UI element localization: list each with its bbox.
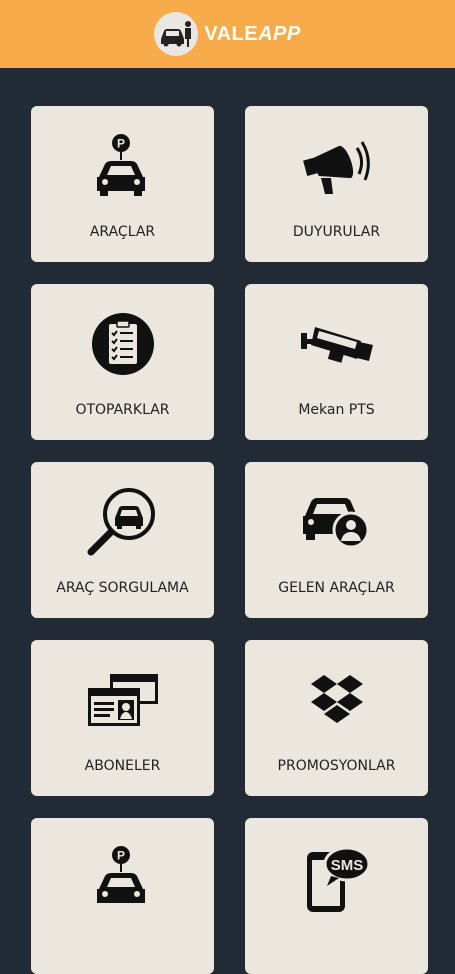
valet-car-icon bbox=[154, 12, 199, 56]
svg-text:SMS: SMS bbox=[330, 857, 363, 874]
tile-gelen-araclar[interactable]: GELEN ARAÇLAR bbox=[245, 462, 428, 618]
tile-label: ARAÇ SORGULAMA bbox=[56, 580, 189, 596]
megaphone-icon bbox=[245, 126, 428, 206]
tile-label: PROMOSYONLAR bbox=[277, 758, 396, 774]
tile-label: ABONELER bbox=[84, 758, 161, 774]
tile-label: DUYURULAR bbox=[292, 224, 381, 240]
app-name: VALEAPP bbox=[204, 22, 301, 45]
car-user-icon bbox=[245, 482, 428, 562]
id-cards-icon bbox=[31, 660, 214, 740]
security-camera-icon bbox=[245, 304, 428, 384]
tile-duyurular[interactable]: DUYURULAR bbox=[245, 106, 428, 262]
app-logo: VALEAPP bbox=[154, 12, 300, 56]
parked-car-icon: P bbox=[31, 838, 214, 918]
tile-aboneler[interactable]: ABONELER bbox=[31, 640, 214, 796]
tile-arac-sorgulama[interactable]: ARAÇ SORGULAMA bbox=[31, 462, 214, 618]
app-header: VALEAPP bbox=[0, 0, 455, 68]
tile-label: GELEN ARAÇLAR bbox=[278, 580, 395, 596]
tile-label: ARAÇLAR bbox=[89, 224, 156, 240]
tile-label: Mekan PTS bbox=[298, 402, 375, 418]
svg-text:P: P bbox=[116, 137, 124, 151]
tile-mekan-pts[interactable]: Mekan PTS bbox=[245, 284, 428, 440]
dropbox-icon bbox=[245, 660, 428, 740]
sms-phone-icon: SMS bbox=[245, 838, 428, 918]
tile-araclar[interactable]: P ARAÇLAR bbox=[31, 106, 214, 262]
tile-label: OTOPARKLAR bbox=[75, 402, 170, 418]
car-search-icon bbox=[31, 482, 214, 562]
tile-sms[interactable]: SMS bbox=[245, 818, 428, 974]
svg-text:P: P bbox=[116, 849, 124, 863]
tile-promosyonlar[interactable]: PROMOSYONLAR bbox=[245, 640, 428, 796]
parked-car-icon: P bbox=[31, 126, 214, 206]
tile-parking[interactable]: P bbox=[31, 818, 214, 974]
tile-otoparklar[interactable]: OTOPARKLAR bbox=[31, 284, 214, 440]
checklist-icon bbox=[31, 304, 214, 384]
